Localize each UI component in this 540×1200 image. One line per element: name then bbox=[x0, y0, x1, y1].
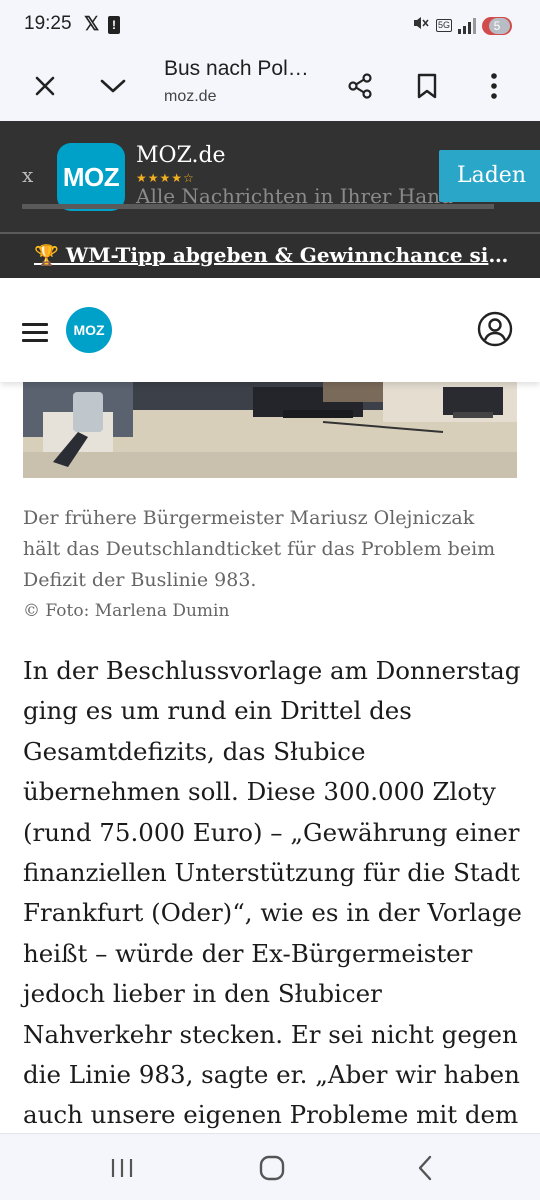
site-header: MOZ bbox=[0, 278, 540, 382]
more-vert-icon[interactable] bbox=[474, 66, 514, 106]
photo-credit: © Foto: Marlena Dumin bbox=[23, 601, 230, 621]
alert-icon: ! bbox=[108, 16, 120, 34]
article-body: In der Beschlussvorlage am Donnerstag gi… bbox=[23, 656, 522, 1170]
x-app-icon: 𝕏 bbox=[84, 14, 100, 35]
app-install-banner: x MOZ MOZ.de ★★★★☆ Alle Nachrichten in I… bbox=[0, 121, 540, 232]
back-icon[interactable] bbox=[410, 1154, 440, 1182]
status-indicators: 5G 5 bbox=[412, 14, 512, 37]
network-type-badge: 5G bbox=[435, 19, 452, 32]
share-icon[interactable] bbox=[340, 66, 380, 106]
install-button[interactable]: Laden bbox=[439, 150, 540, 202]
browser-toolbar: Bus nach Pol… moz.de bbox=[0, 50, 540, 121]
app-logo: MOZ bbox=[57, 143, 125, 211]
battery-icon: 5 bbox=[482, 16, 512, 35]
home-icon[interactable] bbox=[257, 1154, 287, 1182]
promo-banner[interactable]: 🏆 WM-Tipp abgeben & Gewinnchance sichern… bbox=[0, 232, 540, 278]
app-rating-stars: ★★★★☆ bbox=[136, 171, 195, 185]
app-tagline: Alle Nachrichten in Ihrer Hand bbox=[136, 184, 453, 208]
system-nav-bar bbox=[0, 1133, 540, 1200]
article-photo bbox=[23, 382, 517, 478]
promo-link[interactable]: 🏆 WM-Tipp abgeben & Gewinnchance sichern… bbox=[34, 243, 514, 267]
page-title[interactable]: Bus nach Pol… bbox=[164, 57, 309, 81]
menu-icon[interactable] bbox=[22, 323, 48, 343]
battery-level: 5 bbox=[493, 18, 501, 33]
signal-icon bbox=[458, 17, 476, 34]
mute-icon bbox=[412, 14, 430, 37]
photo-caption: Der frühere Bürgermeister Mariusz Olejni… bbox=[23, 507, 496, 591]
chevron-down-icon[interactable] bbox=[93, 66, 133, 106]
status-time: 19:25 bbox=[24, 13, 72, 34]
bookmark-icon[interactable] bbox=[407, 66, 447, 106]
banner-close-button[interactable]: x bbox=[22, 163, 33, 187]
close-icon[interactable] bbox=[25, 66, 65, 106]
status-bar: 19:25 𝕏 ! 5G 5 bbox=[0, 0, 540, 50]
user-account-icon[interactable] bbox=[477, 311, 513, 347]
app-name: MOZ.de bbox=[136, 143, 226, 168]
recent-apps-icon[interactable] bbox=[107, 1154, 137, 1182]
site-logo[interactable]: MOZ bbox=[66, 307, 112, 353]
page-url[interactable]: moz.de bbox=[164, 88, 216, 106]
